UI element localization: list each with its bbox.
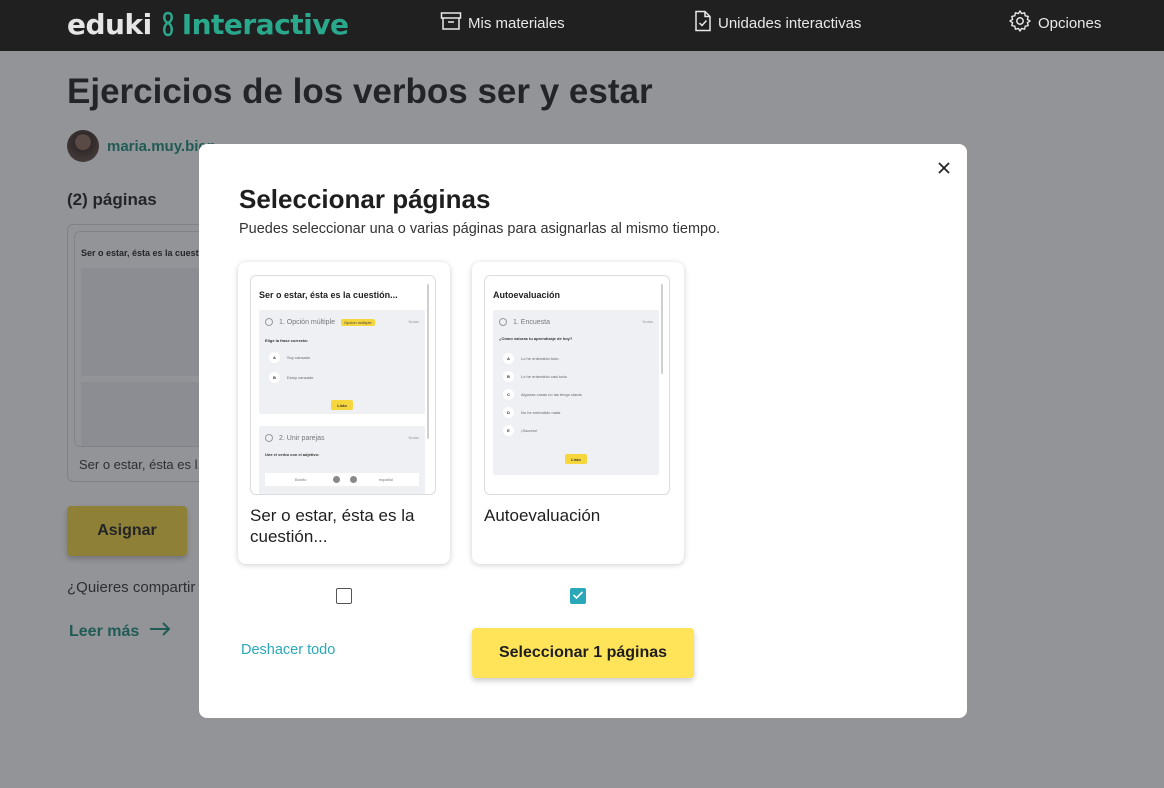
answer-option: D No he entendido nada — [503, 407, 560, 418]
question-title: 2. Unir parejas — [279, 434, 325, 442]
nav-label: Unidades interactivas — [718, 14, 862, 32]
pair-left: Bonito — [295, 477, 307, 482]
checkmark-icon — [572, 587, 584, 605]
question-notes: Notas — [642, 319, 653, 324]
gear-icon — [1008, 9, 1038, 37]
page-thumbnail: Autoevaluación 1. Encuesta Notas ¿Cómo v… — [484, 275, 670, 495]
page-option-label: Autoevaluación — [484, 506, 601, 525]
top-bar: eduki Interactive Mis materiales Unidade… — [0, 0, 1164, 51]
archive-box-icon — [440, 11, 468, 35]
answer-option: C Algunas cosas no las tengo claras — [503, 389, 582, 400]
select-pages-button[interactable]: Seleccionar 1 páginas — [472, 628, 694, 678]
thumb-ready-button: Listo — [565, 454, 587, 464]
question-prompt: Une el verbo con el adjetivo: — [265, 452, 320, 457]
thumb-scrollbar — [427, 284, 429, 439]
logo-brand: eduki — [67, 7, 152, 41]
nav-mis-materiales[interactable]: Mis materiales — [440, 0, 565, 46]
logo-mark-icon — [160, 11, 176, 37]
option-key: B — [269, 372, 280, 383]
pair-row: Bonito español — [265, 473, 419, 486]
page-checkbox-2[interactable] — [570, 588, 586, 604]
question-header: 1. Encuesta — [499, 318, 550, 326]
document-check-icon — [694, 10, 718, 36]
option-key: D — [503, 407, 514, 418]
check-circle-icon — [265, 434, 273, 442]
option-key: E — [503, 425, 514, 436]
option-key: A — [269, 352, 280, 363]
page-checkbox-1[interactable] — [336, 588, 352, 604]
page-option-card[interactable]: Ser o estar, ésta es la cuestión... 1. O… — [238, 262, 450, 564]
pair-dot — [350, 476, 357, 483]
nav-label: Opciones — [1038, 14, 1102, 32]
option-text: Soy cansado — [287, 355, 311, 360]
answer-option: B Estoy cansado — [269, 372, 313, 383]
option-text: Lo he entendido todo — [521, 356, 559, 361]
nav-opciones[interactable]: Opciones — [1008, 0, 1101, 46]
page-option-card[interactable]: Autoevaluación 1. Encuesta Notas ¿Cómo v… — [472, 262, 684, 564]
option-text: Lo he entendido casi todo — [521, 374, 567, 379]
question-title: 1. Encuesta — [513, 318, 550, 326]
question-block: 1. Opción múltiple Opción múltiple Notas… — [259, 310, 425, 414]
question-header: 2. Unir parejas — [265, 434, 325, 442]
answer-option: E ¡Socorro! — [503, 425, 537, 436]
question-notes: Notas — [408, 319, 419, 324]
question-prompt: Elige la frase correcta: — [265, 338, 308, 343]
option-text: Algunas cosas no las tengo claras — [521, 392, 582, 397]
question-prompt: ¿Cómo valoras tu aprendizaje de hoy? — [499, 336, 573, 341]
option-key: B — [503, 371, 514, 382]
option-text: No he entendido nada — [521, 410, 561, 415]
select-pages-modal: Seleccionar páginas Puedes seleccionar u… — [199, 144, 967, 718]
thumb-ready-button: Listo — [331, 400, 353, 410]
answer-option: A Soy cansado — [269, 352, 310, 363]
logo[interactable]: eduki Interactive — [67, 7, 349, 41]
modal-title: Seleccionar páginas — [239, 184, 491, 214]
thumb-scrollbar — [661, 284, 663, 374]
question-block: 1. Encuesta Notas ¿Cómo valoras tu apren… — [493, 310, 659, 475]
option-key: C — [503, 389, 514, 400]
nav-label: Mis materiales — [468, 14, 565, 32]
pair-right: español — [379, 477, 394, 482]
check-circle-icon — [265, 318, 273, 326]
option-key: A — [503, 353, 514, 364]
page-option-label: Ser o estar, ésta es la cuestión... — [250, 506, 415, 546]
pair-dot — [333, 476, 340, 483]
question-type-badge: Opción múltiple — [341, 318, 375, 326]
modal-subtitle: Puedes seleccionar una o varias páginas … — [239, 221, 721, 237]
nav-unidades-interactivas[interactable]: Unidades interactivas — [694, 0, 861, 46]
thumb-title: Autoevaluación — [493, 290, 561, 300]
undo-all-link[interactable]: Deshacer todo — [241, 642, 335, 658]
thumb-title: Ser o estar, ésta es la cuestión... — [259, 290, 398, 300]
check-circle-icon — [499, 318, 507, 326]
page-thumbnail: Ser o estar, ésta es la cuestión... 1. O… — [250, 275, 436, 495]
answer-option: A Lo he entendido todo — [503, 353, 559, 364]
question-header: 1. Opción múltiple Opción múltiple — [265, 318, 375, 326]
question-notes: Notas — [408, 435, 419, 440]
logo-product: Interactive — [181, 7, 349, 41]
answer-option: B Lo he entendido casi todo — [503, 371, 567, 382]
option-text: Estoy cansado — [287, 375, 314, 380]
question-block: 2. Unir parejas Notas Une el verbo con e… — [259, 426, 425, 494]
question-title: 1. Opción múltiple — [279, 318, 336, 326]
option-text: ¡Socorro! — [521, 428, 538, 433]
close-button[interactable] — [934, 158, 954, 178]
close-icon — [934, 162, 954, 182]
